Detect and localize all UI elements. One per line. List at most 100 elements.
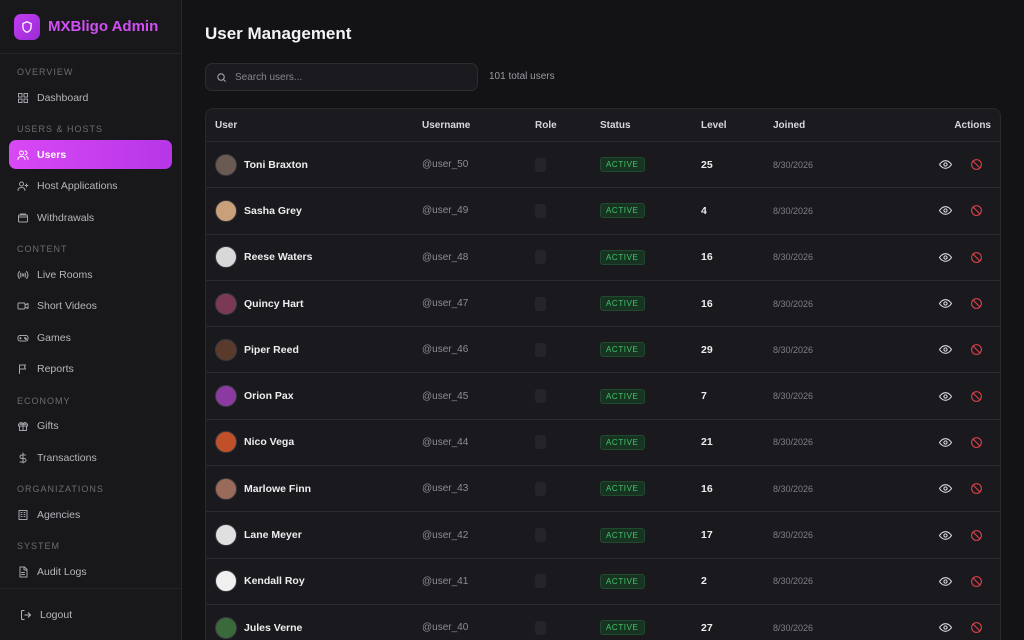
role-cell [535,142,546,187]
eye-icon[interactable] [939,251,952,264]
ban-icon[interactable] [970,482,983,495]
table-row[interactable]: Orion Pax @user_45 ACTIVE 7 8/30/2026 [206,373,1000,420]
eye-icon[interactable] [939,482,952,495]
user-cell: Sasha Grey [215,188,302,233]
sidebar-item-reports[interactable]: Reports [9,355,172,384]
eye-icon[interactable] [939,390,952,403]
ban-icon[interactable] [970,297,983,310]
user-cell: Marlowe Finn [215,466,311,511]
joined-cell: 8/30/2026 [773,235,813,280]
user-name: Nico Vega [244,436,295,449]
level-cell: 21 [701,420,713,465]
table-row[interactable]: Nico Vega @user_44 ACTIVE 21 8/30/2026 [206,419,1000,467]
eye-icon[interactable] [939,529,952,542]
search-input[interactable] [235,71,455,83]
sidebar: MXBligo Admin OVERVIEW Dashboard USERS & H… [0,0,182,640]
sidebar-item-live-rooms[interactable]: Live Rooms [9,260,172,289]
table-row[interactable]: Piper Reed @user_46 ACTIVE 29 8/30/2026 [206,327,1000,374]
ban-icon[interactable] [970,343,983,356]
level-cell: 2 [701,559,707,604]
eye-icon[interactable] [939,575,952,588]
status-badge: ACTIVE [600,573,645,589]
eye-icon[interactable] [939,621,952,634]
level-cell: 25 [701,142,713,187]
broadcast-icon [17,269,29,281]
sidebar-item-users[interactable]: Users [9,140,172,169]
nav-section-label: ORGANIZATIONS [17,484,104,494]
column-header-level[interactable]: Level [701,109,727,141]
sidebar-item-gifts[interactable]: Gifts [9,412,172,441]
table-row[interactable]: Marlowe Finn @user_43 ACTIVE 16 8/30/2026 [206,466,1000,513]
nav-section-label: USERS & HOSTS [17,124,104,134]
column-header-joined[interactable]: Joined [773,109,805,141]
avatar [215,431,237,454]
sidebar-item-audit-logs[interactable]: Audit Logs [9,557,172,586]
eye-icon[interactable] [939,158,952,171]
actions-cell [939,559,991,604]
username-cell: @user_43 [422,466,468,511]
role-cell [535,559,546,604]
avatar [215,292,237,315]
logout-label: Logout [40,608,73,621]
logout-button[interactable]: Logout [0,588,182,640]
table-row[interactable]: Toni Braxton @user_50 ACTIVE 25 8/30/2026 [206,142,1000,189]
dollar-icon [17,452,29,464]
search-box[interactable] [205,63,478,91]
table-header: User Username Role Status Level Joined A… [206,109,1000,142]
sidebar-item-label: Dashboard [37,91,89,104]
table-row[interactable]: Sasha Grey @user_49 ACTIVE 4 8/30/2026 [206,188,1000,235]
eye-icon[interactable] [939,436,952,449]
sidebar-item-dashboard[interactable]: Dashboard [9,83,172,112]
column-header-username[interactable]: Username [422,109,470,141]
sidebar-item-label: Users [37,148,67,161]
eye-icon[interactable] [939,297,952,310]
ban-icon[interactable] [970,529,983,542]
table-row[interactable]: Kendall Roy @user_41 ACTIVE 2 8/30/2026 [206,558,1000,605]
status-cell: ACTIVE [600,605,645,640]
ban-icon[interactable] [970,251,983,264]
sidebar-item-host-applications[interactable]: Host Applications [9,172,172,201]
role-cell [535,235,546,280]
role-placeholder [535,389,546,404]
joined-date: 8/30/2026 [773,252,814,263]
search-icon [216,72,227,83]
column-header-status[interactable]: Status [600,109,631,141]
sidebar-item-label: Short Videos [37,300,97,312]
actions-cell [939,281,991,326]
joined-cell: 8/30/2026 [773,420,813,465]
ban-icon[interactable] [970,204,983,217]
role-placeholder [535,203,546,218]
actions-cell [939,142,991,187]
sidebar-item-withdrawals[interactable]: Withdrawals [9,203,172,232]
ban-icon[interactable] [970,575,983,588]
nav-section-label: CONTENT [17,244,68,254]
sidebar-item-label: Host Applications [37,180,118,192]
sidebar-item-games[interactable]: Games [9,323,172,352]
sidebar-item-transactions[interactable]: Transactions [9,443,172,472]
ban-icon[interactable] [970,621,983,634]
column-header-role[interactable]: Role [535,109,557,141]
username-cell: @user_50 [422,142,468,187]
eye-icon[interactable] [939,204,952,217]
users-icon [17,149,29,161]
username-cell: @user_47 [422,281,468,326]
table-row[interactable]: Quincy Hart @user_47 ACTIVE 16 8/30/2026 [206,280,1000,328]
actions-cell [939,420,991,465]
column-header-user[interactable]: User [215,109,237,141]
page-title: User Management [205,24,352,43]
sidebar-item-short-videos[interactable]: Short Videos [9,292,172,321]
building-icon [17,509,29,521]
status-badge: ACTIVE [600,249,645,265]
table-row[interactable]: Reese Waters @user_48 ACTIVE 16 8/30/2026 [206,234,1000,281]
total-users-count: 101 total users [489,71,555,82]
sidebar-item-agencies[interactable]: Agencies [9,500,172,529]
video-icon [17,300,29,312]
ban-icon[interactable] [970,436,983,449]
table-row[interactable]: Jules Verne @user_40 ACTIVE 27 8/30/2026 [206,604,1000,640]
actions-cell [939,188,991,233]
joined-cell: 8/30/2026 [773,605,813,640]
table-row[interactable]: Lane Meyer @user_42 ACTIVE 17 8/30/2026 [206,512,1000,559]
ban-icon[interactable] [970,158,983,171]
eye-icon[interactable] [939,343,952,356]
ban-icon[interactable] [970,390,983,403]
